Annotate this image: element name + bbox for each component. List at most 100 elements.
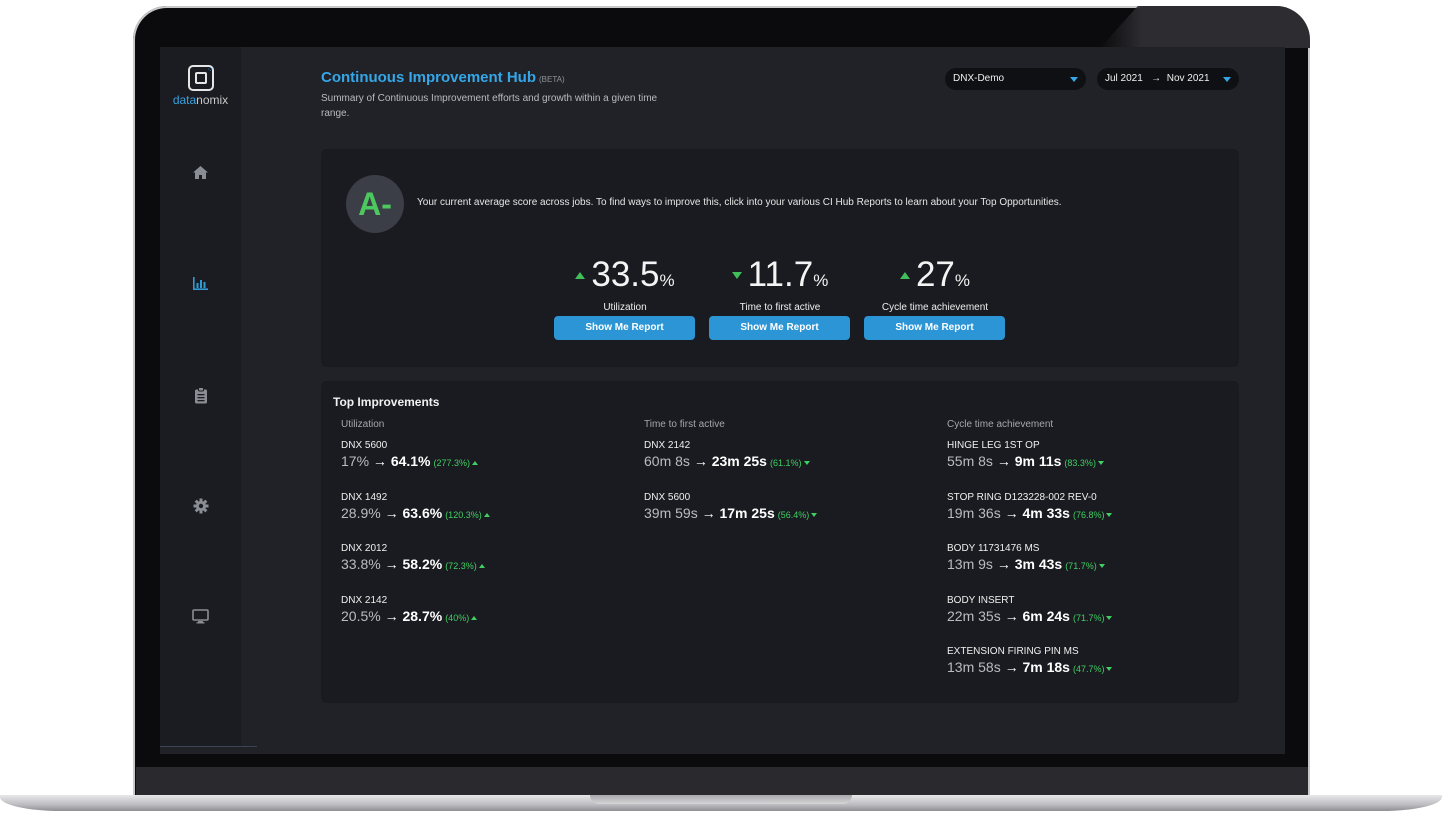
- arrow-right-icon: →: [701, 504, 716, 521]
- metric-time-to-first-active: 11.7% Time to first active Show Me Repor…: [709, 255, 851, 340]
- app-screen: ⁘ datanomix Continuous Improvement Hub (B…: [160, 47, 1285, 754]
- change-percent: (76.8%): [1072, 509, 1105, 520]
- improvement-item[interactable]: DNX 2142 60m 8s → 23m 25s (61.1%): [644, 440, 934, 492]
- arrow-right-icon: →: [384, 504, 399, 521]
- trend-down-icon: [803, 461, 810, 465]
- trend-down-icon: [1106, 667, 1113, 671]
- org-select[interactable]: DNX-Demo: [945, 68, 1086, 90]
- item-name: EXTENSION FIRING PIN MS: [947, 646, 1079, 657]
- value-from: 13m 9s: [947, 556, 993, 572]
- improvement-item[interactable]: STOP RING D123228-002 REV-0 19m 36s → 4m …: [947, 492, 1237, 544]
- item-values: 17% → 64.1% (277.3%): [341, 453, 631, 469]
- value-from: 39m 59s: [644, 504, 698, 521]
- bar-chart-icon: [193, 277, 208, 290]
- trend-down-icon: [1097, 461, 1104, 465]
- item-values: 22m 35s → 6m 24s (71.7%): [947, 608, 1237, 624]
- item-values: 13m 58s → 7m 18s (47.7%): [947, 659, 1237, 675]
- item-name: DNX 2142: [341, 594, 388, 606]
- item-name: HINGE LEG 1ST OP: [947, 440, 1040, 451]
- column-header: Utilization: [341, 419, 385, 430]
- change-percent: (83.3%): [1064, 458, 1096, 468]
- trend-down-icon: [811, 512, 818, 517]
- page-title: Continuous Improvement Hub: [321, 69, 536, 86]
- laptop-notch: [590, 795, 852, 804]
- improvement-item[interactable]: EXTENSION FIRING PIN MS 13m 58s → 7m 18s(…: [947, 646, 1237, 698]
- monitor-icon: [192, 609, 209, 624]
- trend-up-icon: [575, 272, 586, 279]
- metric-value: 33.5%: [554, 255, 696, 301]
- clipboard-icon: [194, 387, 207, 404]
- value-to: 7m 18s: [1022, 659, 1070, 675]
- nav-home[interactable]: [160, 165, 241, 185]
- trend-up-icon: [471, 615, 478, 620]
- laptop-chin: [136, 767, 1308, 795]
- arrow-right-icon: →: [1004, 659, 1019, 675]
- value-from: 33.8%: [341, 556, 381, 572]
- arrow-right-icon: →: [996, 556, 1011, 572]
- change-percent: (47.7%): [1072, 664, 1105, 674]
- value-from: 19m 36s: [947, 504, 1001, 521]
- nav-jobs[interactable]: [160, 387, 241, 409]
- improvement-item[interactable]: HINGE LEG 1ST OP 55m 8s → 9m 11s (83.3%): [947, 440, 1237, 492]
- sidebar: ⁘ datanomix: [160, 47, 241, 747]
- show-report-button-cycle-time[interactable]: Show Me Report: [864, 316, 1005, 340]
- date-range-select[interactable]: Jul 2021 → Nov 2021: [1097, 68, 1239, 90]
- arrow-right-icon: →: [693, 453, 708, 469]
- change-percent: (72.3%): [445, 561, 477, 571]
- trend-up-icon: [899, 272, 910, 279]
- show-report-button-time-to-first-active[interactable]: Show Me Report: [709, 316, 850, 340]
- nav-reports[interactable]: [160, 276, 241, 296]
- show-report-button-utilization[interactable]: Show Me Report: [554, 316, 695, 340]
- value-to: 64.1%: [390, 453, 431, 469]
- change-percent: (71.7%): [1065, 561, 1097, 571]
- change-percent: (56.4%): [777, 509, 810, 520]
- change-percent: (40%): [445, 612, 470, 623]
- item-name: BODY INSERT: [947, 594, 1015, 606]
- value-to: 3m 43s: [1014, 556, 1063, 572]
- item-values: 13m 9s → 3m 43s (71.7%): [947, 556, 1237, 572]
- item-values: 20.5% → 28.7% (40%): [341, 608, 631, 624]
- item-name: DNX 2142: [644, 440, 691, 451]
- improvement-item[interactable]: BODY INSERT 22m 35s → 6m 24s (71.7%): [947, 595, 1237, 647]
- trend-down-icon: [731, 272, 742, 279]
- score-card: A- Your current average score across job…: [321, 149, 1239, 367]
- metric-label: Cycle time achievement: [881, 302, 989, 313]
- arrow-right-icon: →: [384, 556, 399, 572]
- trend-down-icon: [1106, 615, 1113, 620]
- logo[interactable]: ⁘ datanomix: [160, 65, 241, 107]
- item-values: 19m 36s → 4m 33s (76.8%): [947, 505, 1237, 521]
- chevron-down-icon: [1070, 77, 1078, 82]
- improvement-item[interactable]: DNX 2012 33.8% → 58.2% (72.3%): [341, 543, 631, 595]
- improvement-item[interactable]: BODY 11731476 MS 13m 9s → 3m 43s (71.7%): [947, 543, 1237, 595]
- trend-down-icon: [1098, 564, 1105, 568]
- logo-text: datanomix: [172, 93, 229, 107]
- column-time-to-first-active: Time to first active DNX 2142 60m 8s → 23m…: [644, 419, 934, 543]
- date-to: Nov 2021: [1166, 73, 1210, 84]
- chevron-down-icon: [1223, 77, 1231, 82]
- item-name: BODY 11731476 MS: [947, 543, 1040, 554]
- logo-dots-icon: ⁘: [207, 65, 214, 74]
- improvement-item[interactable]: DNX 2142 20.5% → 28.7% (40%): [341, 595, 631, 647]
- gear-icon: [193, 498, 208, 514]
- item-name: DNX 1492: [341, 491, 388, 503]
- org-select-value: DNX-Demo: [953, 73, 1005, 84]
- improvement-item[interactable]: DNX 1492 28.9% → 63.6% (120.3%): [341, 492, 631, 544]
- metric-label: Time to first active: [739, 302, 821, 313]
- value-from: 20.5%: [341, 607, 381, 624]
- grade-badge: A-: [346, 175, 404, 233]
- item-values: 28.9% → 63.6% (120.3%): [341, 505, 631, 521]
- nav-monitor[interactable]: [160, 609, 241, 629]
- improvement-item[interactable]: DNX 5600 17% → 64.1% (277.3%): [341, 440, 631, 492]
- item-values: 33.8% → 58.2% (72.3%): [341, 556, 631, 572]
- item-values: 55m 8s → 9m 11s (83.3%): [947, 453, 1237, 469]
- home-icon: [193, 166, 208, 179]
- metric-label: Utilization: [603, 302, 647, 313]
- metric-value: 11.7%: [709, 255, 851, 301]
- nav-settings[interactable]: [160, 498, 241, 519]
- date-from: Jul 2021: [1105, 73, 1143, 84]
- improvement-item[interactable]: DNX 5600 39m 59s → 17m 25s (56.4%): [644, 492, 934, 544]
- value-to: 23m 25s: [711, 453, 767, 469]
- date-arrow: →: [1151, 73, 1162, 84]
- value-to: 6m 24s: [1022, 607, 1070, 624]
- item-name: STOP RING D123228-002 REV-0: [947, 491, 1097, 503]
